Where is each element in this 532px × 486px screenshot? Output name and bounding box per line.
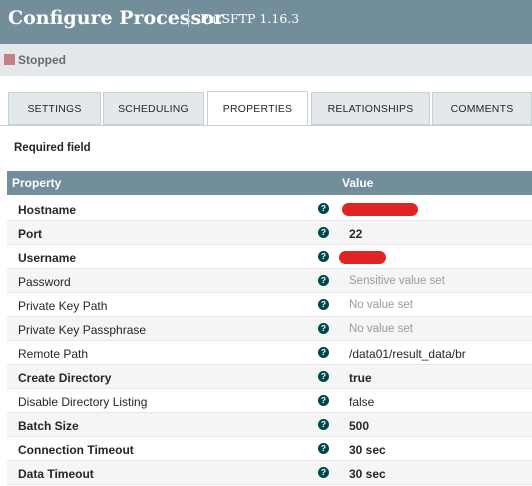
tab-settings[interactable]: SETTINGS [8,92,101,125]
table-row[interactable]: Batch Size? 500 [7,413,532,437]
question-circle-icon[interactable]: ? [318,275,329,286]
tab-comments[interactable]: COMMENTS [432,92,532,125]
property-name: Hostname [18,203,77,217]
table-row[interactable]: Private Key Passphrase? No value set [7,317,532,341]
property-value[interactable]: true [349,371,372,385]
table-row[interactable]: Create Directory? true [7,365,532,389]
question-circle-icon[interactable]: ? [318,443,329,454]
property-name: Create Directory [18,371,112,385]
property-name: Batch Size [18,419,79,433]
property-value[interactable]: 22 [349,227,362,241]
property-value[interactable]: No value set [349,299,413,311]
status-bar: Stopped [0,44,532,76]
question-circle-icon[interactable]: ? [318,251,329,262]
property-value[interactable]: Sensitive value set [349,275,445,287]
table-row[interactable]: Remote Path? /data01/result_data/br [7,341,532,365]
property-name: Port [18,227,42,241]
property-name: Data Timeout [18,467,94,481]
property-value[interactable]: false [349,395,374,409]
question-circle-icon[interactable]: ? [318,419,329,430]
property-value[interactable]: 30 sec [349,443,386,457]
required-field-note: Required field [14,142,91,154]
property-name: Password [18,275,71,289]
column-header-property[interactable]: Property [12,176,61,190]
table-row[interactable]: Disable Directory Listing? false [7,389,532,413]
table-row[interactable]: Password? Sensitive value set [7,269,532,293]
table-row[interactable]: Connection Timeout? 30 sec [7,437,532,461]
tab-underline [0,125,532,126]
redacted-value[interactable] [339,251,386,264]
property-name: Private Key Path [18,299,108,313]
property-name: Disable Directory Listing [18,395,148,409]
question-circle-icon[interactable]: ? [318,395,329,406]
status-label: Stopped [18,53,66,67]
dialog-title: Configure Processor [8,7,224,29]
property-name: Connection Timeout [18,443,134,457]
redacted-value[interactable] [342,203,418,216]
stopped-square-icon [4,54,15,65]
property-value[interactable]: No value set [349,323,413,335]
property-name: Username [18,251,77,265]
question-circle-icon[interactable]: ? [318,323,329,334]
property-value[interactable]: /data01/result_data/br [349,347,466,361]
tab-bar: SETTINGS SCHEDULING PROPERTIES RELATIONS… [0,76,532,126]
table-header: Property Value [7,171,532,195]
table-row[interactable]: Username? [7,245,532,269]
question-circle-icon[interactable]: ? [318,227,329,238]
table-row[interactable]: Port? 22 [7,221,532,245]
question-circle-icon[interactable]: ? [318,299,329,310]
question-circle-icon[interactable]: ? [318,347,329,358]
properties-table: Hostname? Port? 22 Username? Password? Sensit… [7,197,532,485]
table-row[interactable]: Private Key Path? No value set [7,293,532,317]
column-header-value[interactable]: Value [342,176,373,190]
title-separator [188,9,189,27]
dialog-header: Configure Processor PutSFTP 1.16.3 [0,0,532,44]
table-row[interactable]: Hostname? [7,197,532,221]
property-value[interactable]: 30 sec [349,467,386,481]
question-circle-icon[interactable]: ? [318,371,329,382]
property-name: Remote Path [18,347,89,361]
question-circle-icon[interactable]: ? [318,203,329,214]
question-circle-icon[interactable]: ? [318,467,329,478]
property-value[interactable]: 500 [349,419,369,433]
tab-relationships[interactable]: RELATIONSHIPS [311,92,430,125]
tab-properties[interactable]: PROPERTIES [207,91,308,126]
tab-scheduling[interactable]: SCHEDULING [103,92,204,125]
processor-type: PutSFTP 1.16.3 [200,11,300,26]
table-row[interactable]: Data Timeout? 30 sec [7,461,532,485]
property-name: Private Key Passphrase [18,323,147,337]
